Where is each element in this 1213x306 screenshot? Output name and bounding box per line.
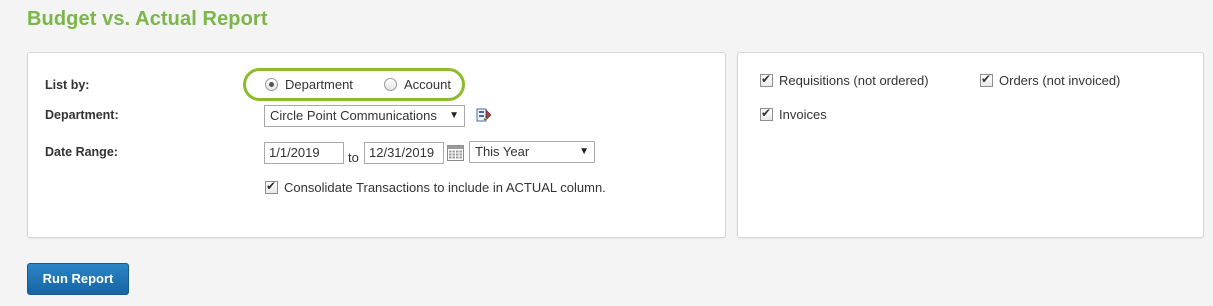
orders-option[interactable]: Orders (not invoiced) [980, 72, 1121, 88]
radio-account[interactable]: Account [384, 77, 451, 92]
radio-department-button[interactable] [265, 78, 278, 91]
department-picker-icon[interactable] [475, 106, 493, 124]
date-preset-select[interactable]: This Year ▼ [469, 141, 595, 163]
page-title: Budget vs. Actual Report [27, 8, 268, 30]
department-value: Circle Point Communications [270, 108, 437, 123]
consolidate-option[interactable]: Consolidate Transactions to include in A… [265, 179, 606, 195]
date-from-input[interactable]: 1/1/2019 [264, 142, 344, 164]
date-range-label: Date Range: [45, 145, 118, 159]
requisitions-option[interactable]: Requisitions (not ordered) [760, 72, 929, 88]
requisitions-label: Requisitions (not ordered) [779, 73, 929, 88]
consolidate-label: Consolidate Transactions to include in A… [284, 180, 606, 195]
chevron-down-icon: ▼ [579, 146, 589, 157]
calendar-icon[interactable] [447, 144, 464, 161]
date-to-text: to [348, 150, 359, 165]
department-select[interactable]: Circle Point Communications ▼ [264, 105, 465, 127]
orders-checkbox[interactable] [980, 72, 993, 87]
chevron-down-icon: ▼ [449, 110, 459, 121]
consolidate-checkbox[interactable] [265, 179, 278, 194]
invoices-label: Invoices [779, 107, 827, 122]
radio-account-button[interactable] [384, 78, 397, 91]
radio-department[interactable]: Department [265, 77, 353, 92]
radio-account-label: Account [404, 77, 451, 92]
invoices-option[interactable]: Invoices [760, 106, 827, 122]
department-label: Department: [45, 108, 119, 122]
date-preset-value: This Year [475, 144, 530, 159]
requisitions-checkbox[interactable] [760, 72, 773, 87]
date-to-input[interactable]: 12/31/2019 [364, 142, 444, 164]
run-report-button[interactable]: Run Report [27, 263, 129, 295]
orders-label: Orders (not invoiced) [999, 73, 1121, 88]
invoices-checkbox[interactable] [760, 106, 773, 121]
list-by-label: List by: [45, 78, 90, 92]
radio-department-label: Department [285, 77, 353, 92]
